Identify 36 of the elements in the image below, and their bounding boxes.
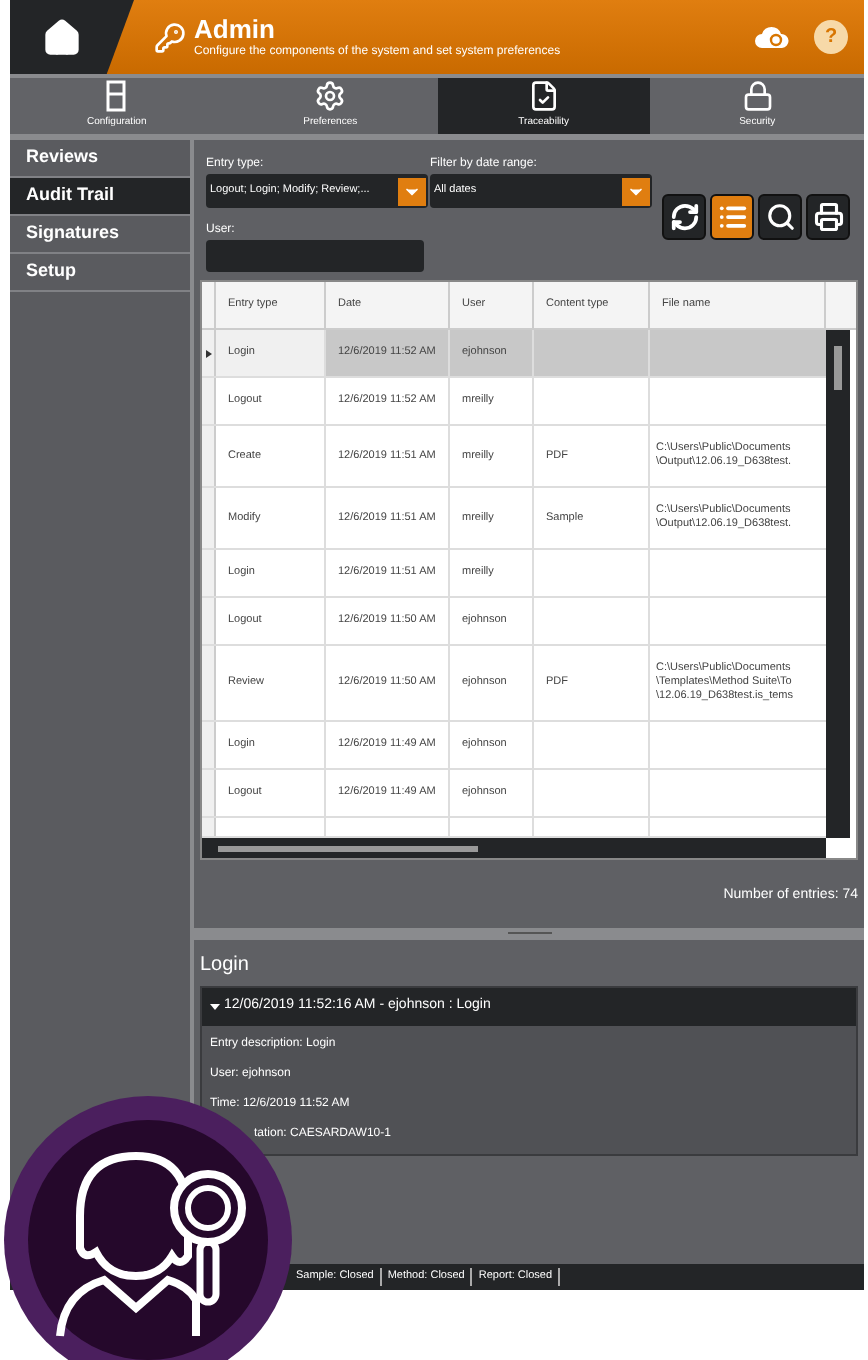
row-header-cell[interactable] [202, 550, 216, 596]
sidebar-item[interactable]: Audit Trail [10, 178, 190, 216]
row-header-cell[interactable] [202, 488, 216, 548]
document-check-icon [527, 80, 560, 113]
page-title: Admin [194, 16, 277, 42]
search-button[interactable] [758, 194, 802, 240]
gear-icon [314, 80, 347, 113]
list-icon [717, 202, 747, 232]
search-icon [765, 202, 795, 232]
row-header-cell[interactable] [202, 722, 216, 768]
row-header-cell[interactable] [202, 598, 216, 644]
caret-down-icon [210, 1001, 220, 1011]
row-header-cell[interactable] [202, 330, 216, 376]
door-panel-icon [106, 80, 127, 113]
user-field[interactable] [206, 240, 424, 272]
home-icon[interactable] [42, 17, 82, 57]
row-pointer-icon [205, 349, 211, 357]
refresh-button[interactable] [662, 194, 706, 240]
row-header-cell[interactable] [202, 646, 216, 720]
refresh-icon [669, 202, 699, 232]
key-icon [154, 21, 186, 53]
print-button[interactable] [806, 194, 850, 240]
splitter-handle[interactable] [194, 927, 864, 939]
lock-icon [741, 80, 774, 113]
cloud-icon[interactable] [754, 25, 790, 49]
vertical-scrollbar[interactable] [826, 330, 850, 838]
sidebar-item[interactable]: Signatures [10, 216, 190, 254]
horizontal-scrollbar[interactable] [202, 838, 826, 858]
row-header-cell[interactable] [202, 426, 216, 486]
row-header-cell[interactable] [202, 378, 216, 424]
row-header-cell[interactable] [202, 770, 216, 816]
sidebar-item[interactable]: Setup [10, 254, 190, 292]
detail-title: Login [200, 951, 251, 979]
list-button[interactable] [710, 194, 754, 240]
printer-icon [813, 202, 843, 232]
row-header-cell[interactable] [202, 818, 216, 836]
